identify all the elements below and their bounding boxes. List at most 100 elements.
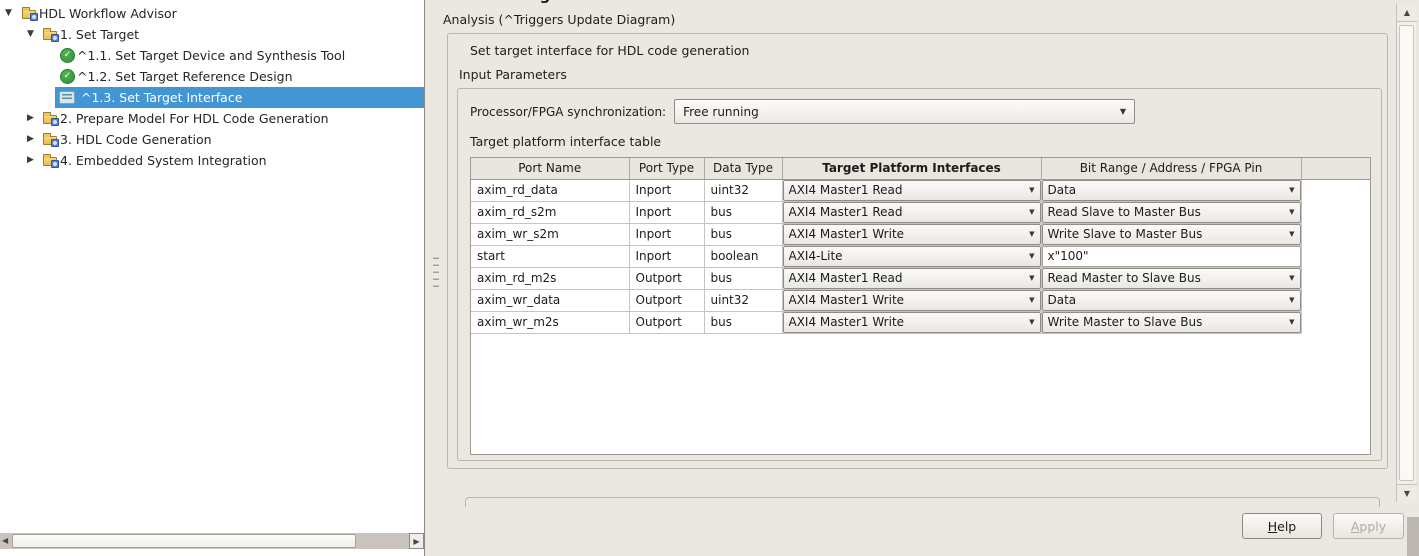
folder-icon (43, 132, 60, 147)
target-platform-table-label: Target platform interface table (470, 134, 661, 149)
collapsed-lower-group-box (465, 497, 1380, 507)
column-header: Port Name (471, 158, 629, 179)
scrollbar-track[interactable] (1397, 23, 1417, 483)
workflow-tree: ▼ HDL Workflow Advisor ▼ 1. Set Target ✓… (0, 3, 424, 171)
interface-dropdown[interactable]: AXI4 Master1 Write▼ (783, 290, 1041, 311)
tree-item-prepare-model[interactable]: ▶ 2. Prepare Model For HDL Code Generati… (0, 108, 424, 129)
scrollbar-thumb[interactable] (12, 534, 356, 548)
interface-cell: AXI4 Master1 Read▼ (782, 179, 1041, 201)
data-type-cell: bus (704, 201, 782, 223)
apply-button[interactable]: Apply (1333, 513, 1404, 539)
step-description: Set target interface for HDL code genera… (470, 43, 749, 58)
folder-icon (43, 27, 60, 42)
port-type-cell: Outport (629, 289, 704, 311)
tree-item-label: 1. Set Target (60, 27, 139, 42)
panel-splitter[interactable] (426, 0, 447, 556)
port-name-cell: axim_wr_data (471, 289, 629, 311)
port-type-cell: Outport (629, 311, 704, 333)
folder-icon (22, 6, 39, 21)
chevron-down-icon: ▼ (1289, 297, 1294, 304)
tree-item-label: ^1.2. Set Target Reference Design (77, 69, 293, 84)
chevron-down-icon: ▼ (1029, 253, 1034, 260)
processor-fpga-sync-row: Processor/FPGA synchronization: Free run… (470, 99, 1135, 124)
interface-dropdown[interactable]: AXI4 Master1 Read▼ (783, 268, 1041, 289)
clipped-step-heading: 1.3. Set Target Interface (443, 0, 773, 5)
hdl-workflow-advisor-window: ▼ HDL Workflow Advisor ▼ 1. Set Target ✓… (0, 0, 1419, 556)
bit-range-cell: Data▼ (1041, 179, 1301, 201)
table-row: axim_wr_m2s Outport bus AXI4 Master1 Wri… (471, 311, 1370, 333)
chevron-down-icon: ▼ (1029, 297, 1034, 304)
table-header-row: Port Name Port Type Data Type Target Pla… (471, 158, 1370, 179)
interface-dropdown[interactable]: AXI4 Master1 Write▼ (783, 224, 1041, 245)
check-passed-icon: ✓ (60, 69, 77, 84)
bit-range-dropdown[interactable]: Read Master to Slave Bus▼ (1042, 268, 1301, 289)
data-type-cell: bus (704, 267, 782, 289)
bit-range-dropdown[interactable]: Data▼ (1042, 180, 1301, 201)
port-type-cell: Inport (629, 201, 704, 223)
table-row: axim_wr_data Outport uint32 AXI4 Master1… (471, 289, 1370, 311)
bit-range-dropdown[interactable]: Data▼ (1042, 290, 1301, 311)
expander-closed-icon[interactable]: ▶ (27, 135, 43, 144)
data-type-cell: uint32 (704, 179, 782, 201)
interface-dropdown[interactable]: AXI4 Master1 Write▼ (783, 312, 1041, 333)
column-header: Data Type (704, 158, 782, 179)
interface-cell: AXI4 Master1 Read▼ (782, 267, 1041, 289)
scroll-right-button[interactable]: ▶ (409, 533, 424, 549)
port-type-cell: Inport (629, 223, 704, 245)
scroll-right-icon: ▶ (413, 537, 419, 546)
table-row: axim_rd_s2m Inport bus AXI4 Master1 Read… (471, 201, 1370, 223)
data-type-cell: bus (704, 223, 782, 245)
bit-range-dropdown[interactable]: Write Slave to Master Bus▼ (1042, 224, 1301, 245)
tree-selection-highlight[interactable]: ^1.3. Set Target Interface (55, 87, 424, 108)
chevron-down-icon: ▼ (1120, 108, 1126, 116)
tree-item-hdl-workflow-advisor[interactable]: ▼ HDL Workflow Advisor (0, 3, 424, 24)
horizontal-scrollbar[interactable]: ◀ ▶ (0, 533, 424, 549)
interface-cell: AXI4-Lite▼ (782, 245, 1041, 267)
expander-open-icon[interactable]: ▼ (27, 30, 43, 39)
interface-cell: AXI4 Master1 Read▼ (782, 201, 1041, 223)
tree-item-embedded-system-integration[interactable]: ▶ 4. Embedded System Integration (0, 150, 424, 171)
tree-item-set-target-interface-selected[interactable]: ^1.3. Set Target Interface (0, 87, 424, 108)
port-name-cell: axim_wr_m2s (471, 311, 629, 333)
column-header: Port Type (629, 158, 704, 179)
expander-open-icon[interactable]: ▼ (5, 9, 22, 18)
expander-closed-icon[interactable]: ▶ (27, 114, 43, 123)
chevron-down-icon: ▼ (1289, 275, 1294, 282)
folder-icon (43, 153, 60, 168)
tree-item-hdl-code-generation[interactable]: ▶ 3. HDL Code Generation (0, 129, 424, 150)
port-type-cell: Inport (629, 245, 704, 267)
data-type-cell: boolean (704, 245, 782, 267)
tree-item-label: ^1.1. Set Target Device and Synthesis To… (77, 48, 345, 63)
vertical-scrollbar[interactable]: ▲ ▼ (1396, 4, 1416, 502)
splitter-grip-icon[interactable] (433, 256, 439, 287)
interface-dropdown[interactable]: AXI4-Lite▼ (783, 246, 1041, 267)
target-platform-interface-table: Port Name Port Type Data Type Target Pla… (470, 157, 1371, 455)
chevron-down-icon: ▼ (1289, 209, 1294, 216)
interface-dropdown[interactable]: AXI4 Master1 Read▼ (783, 180, 1041, 201)
processor-fpga-sync-dropdown[interactable]: Free running ▼ (674, 99, 1135, 124)
scroll-left-icon[interactable]: ◀ (2, 535, 8, 547)
scroll-down-icon: ▼ (1404, 489, 1410, 498)
bit-range-dropdown[interactable]: Read Slave to Master Bus▼ (1042, 202, 1301, 223)
table-row: axim_wr_s2m Inport bus AXI4 Master1 Writ… (471, 223, 1370, 245)
help-button[interactable]: Help (1242, 513, 1322, 539)
chevron-down-icon: ▼ (1289, 187, 1294, 194)
tree-item-set-target[interactable]: ▼ 1. Set Target (0, 24, 424, 45)
tree-item-label: ^1.3. Set Target Interface (81, 90, 242, 105)
chevron-down-icon: ▼ (1029, 319, 1034, 326)
tree-item-set-target-reference-design[interactable]: ✓ ^1.2. Set Target Reference Design (0, 66, 424, 87)
port-name-cell: axim_rd_data (471, 179, 629, 201)
chevron-down-icon: ▼ (1029, 209, 1034, 216)
scrollbar-thumb[interactable] (1399, 25, 1414, 481)
scroll-up-button[interactable]: ▲ (1397, 4, 1417, 22)
tree-item-label: 3. HDL Code Generation (60, 132, 212, 147)
bit-range-dropdown[interactable]: Write Master to Slave Bus▼ (1042, 312, 1301, 333)
bit-range-edit-field[interactable]: x"100" (1042, 246, 1301, 267)
interface-dropdown[interactable]: AXI4 Master1 Read▼ (783, 202, 1041, 223)
expander-closed-icon[interactable]: ▶ (27, 156, 43, 165)
tree-item-set-target-device[interactable]: ✓ ^1.1. Set Target Device and Synthesis … (0, 45, 424, 66)
interface-cell: AXI4 Master1 Write▼ (782, 311, 1041, 333)
data-type-cell: bus (704, 311, 782, 333)
scroll-down-button[interactable]: ▼ (1397, 484, 1417, 502)
table-row: axim_rd_m2s Outport bus AXI4 Master1 Rea… (471, 267, 1370, 289)
